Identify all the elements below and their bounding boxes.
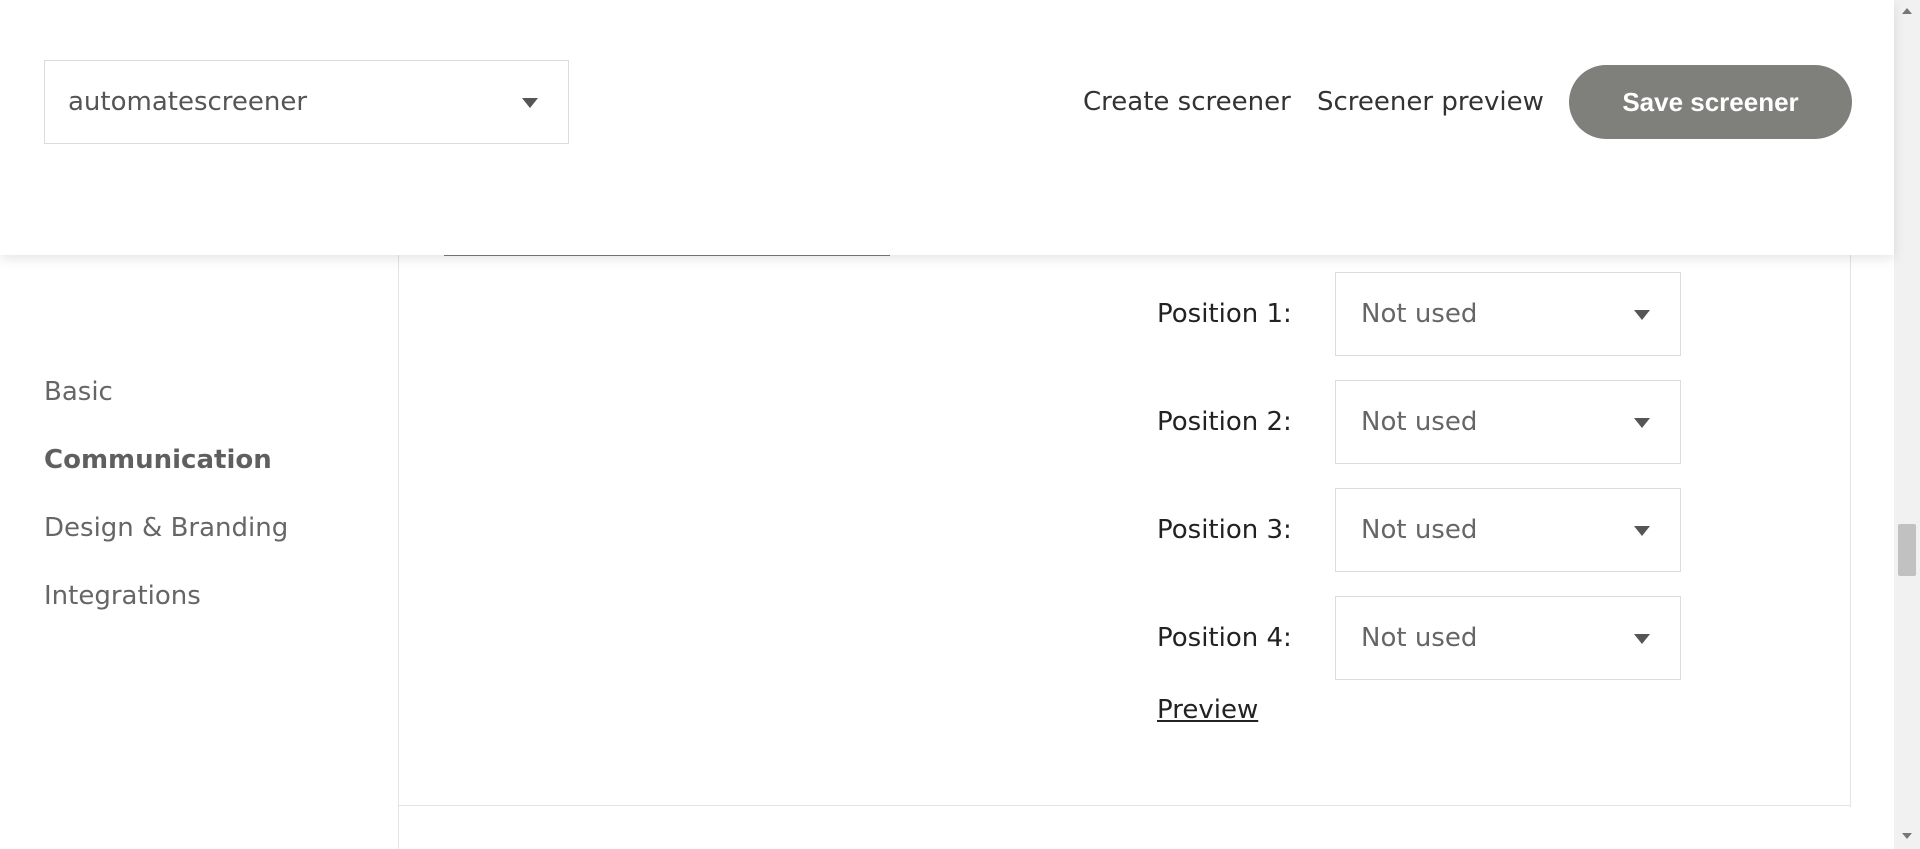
- page-scrollbar[interactable]: [1894, 0, 1920, 849]
- sidebar-item-basic[interactable]: Basic: [44, 375, 113, 409]
- screener-select-value: automatescreener: [68, 87, 308, 117]
- chevron-down-icon: [1634, 634, 1650, 644]
- position-2-label: Position 2:: [1157, 407, 1292, 437]
- position-3-label: Position 3:: [1157, 515, 1292, 545]
- chevron-down-icon: [1634, 310, 1650, 320]
- position-1-label: Position 1:: [1157, 299, 1292, 329]
- position-1-value: Not used: [1361, 299, 1478, 329]
- panel-border-bottom: [398, 805, 1851, 806]
- scrollbar-thumb[interactable]: [1898, 524, 1916, 576]
- position-3-value: Not used: [1361, 515, 1478, 545]
- position-1-select[interactable]: Not used: [1335, 272, 1681, 356]
- sidebar-item-communication[interactable]: Communication: [44, 443, 272, 477]
- position-4-select[interactable]: Not used: [1335, 596, 1681, 680]
- chevron-down-icon: [1634, 526, 1650, 536]
- position-4-label: Position 4:: [1157, 623, 1292, 653]
- create-screener-link[interactable]: Create screener: [1083, 84, 1291, 120]
- screener-preview-link[interactable]: Screener preview: [1317, 84, 1544, 120]
- position-4-value: Not used: [1361, 623, 1478, 653]
- sidebar-item-integrations[interactable]: Integrations: [44, 579, 201, 613]
- sidebar-item-design-branding[interactable]: Design & Branding: [44, 511, 288, 545]
- position-3-select[interactable]: Not used: [1335, 488, 1681, 572]
- screener-select[interactable]: automatescreener: [44, 60, 569, 144]
- position-2-select[interactable]: Not used: [1335, 380, 1681, 464]
- panel-divider: [398, 255, 399, 849]
- scroll-up-icon[interactable]: [1902, 8, 1912, 14]
- position-2-value: Not used: [1361, 407, 1478, 437]
- preview-link[interactable]: Preview: [1157, 692, 1258, 728]
- save-screener-button[interactable]: Save screener: [1569, 65, 1852, 139]
- chevron-down-icon: [522, 98, 538, 108]
- page: automatescreener Create screener Screene…: [0, 0, 1920, 849]
- top-header: automatescreener Create screener Screene…: [0, 0, 1894, 255]
- scroll-down-icon[interactable]: [1902, 833, 1912, 839]
- chevron-down-icon: [1634, 418, 1650, 428]
- panel-border-right: [1850, 255, 1851, 807]
